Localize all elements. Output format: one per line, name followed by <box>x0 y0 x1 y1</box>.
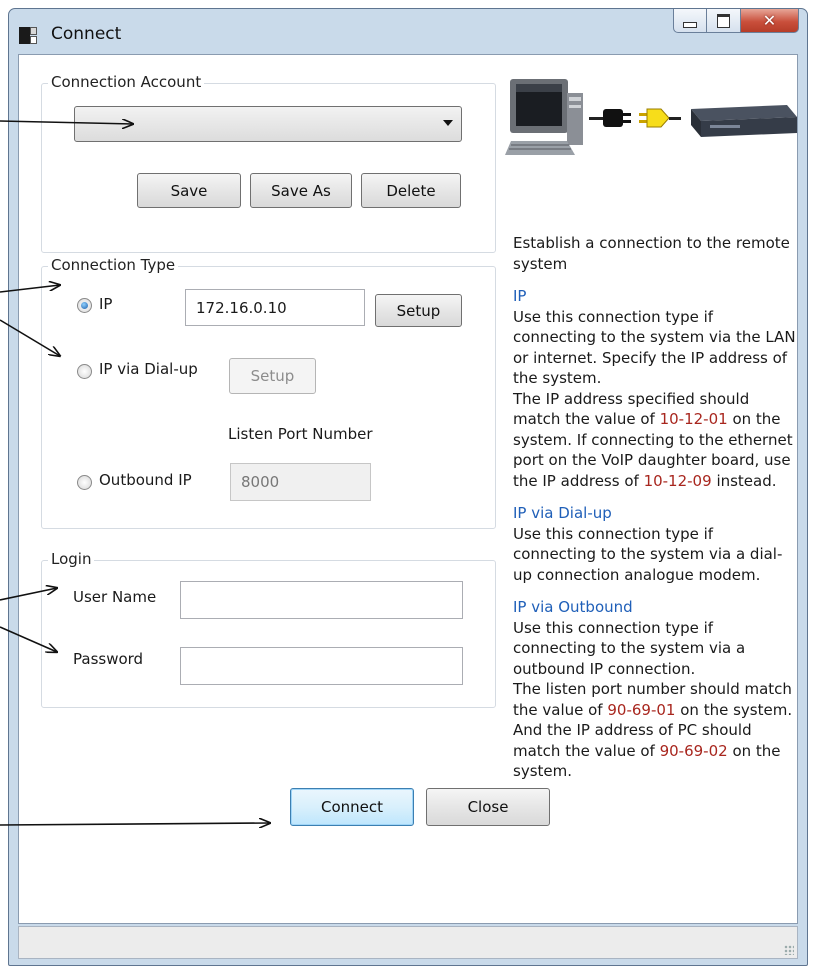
arrow-to-password <box>0 626 57 652</box>
arrow-to-ip-radio <box>0 285 60 293</box>
arrow-to-username <box>0 588 57 601</box>
arrow-to-dialup-radio <box>0 319 60 356</box>
annotation-arrows <box>0 0 817 973</box>
arrow-to-account-dropdown <box>0 121 133 124</box>
arrow-to-connect-button <box>0 823 270 825</box>
